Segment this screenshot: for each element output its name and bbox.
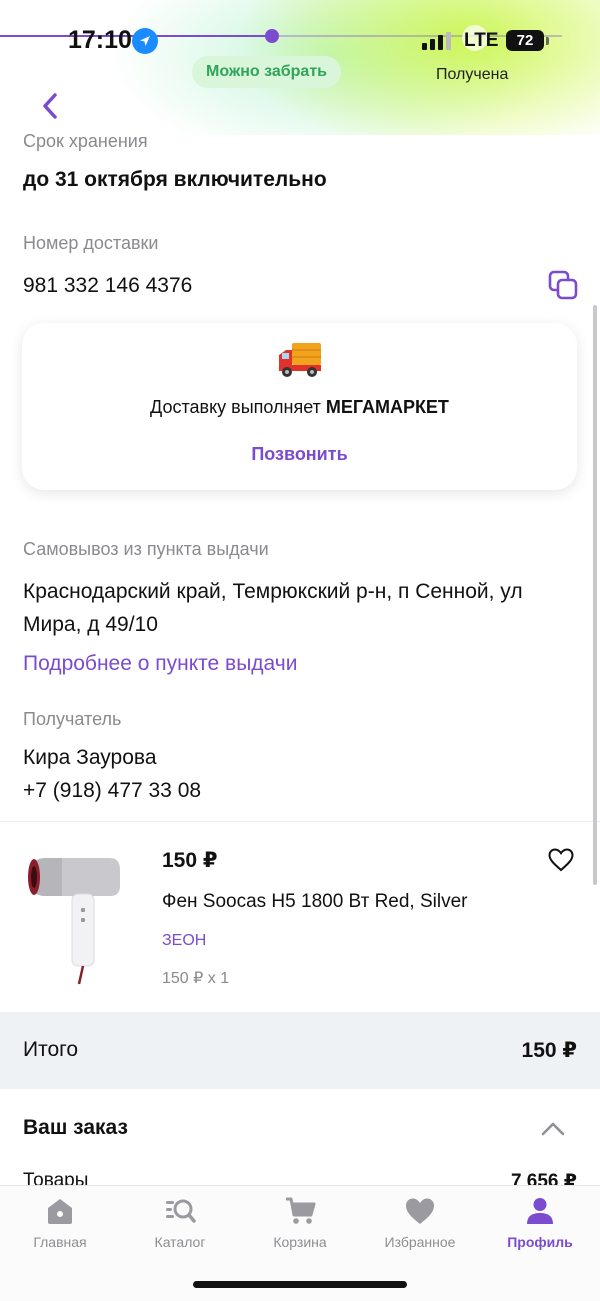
storage-period-value: до 31 октября включительно bbox=[23, 168, 327, 191]
back-button[interactable] bbox=[28, 84, 72, 128]
tab-cart[interactable]: Корзина bbox=[240, 1196, 360, 1266]
copy-icon[interactable] bbox=[548, 270, 578, 300]
product-quantity: 150 ₽ x 1 bbox=[162, 970, 230, 987]
pickup-point-address: Краснодарский край, Темрюкский р-н, п Се… bbox=[23, 580, 523, 636]
tab-home-label: Главная bbox=[33, 1234, 87, 1250]
battery-tip bbox=[546, 37, 549, 45]
tab-profile[interactable]: Профиль bbox=[480, 1196, 600, 1266]
goods-value: 7 656 ₽ bbox=[510, 1171, 577, 1186]
chevron-up-icon[interactable] bbox=[541, 1120, 565, 1136]
tab-home[interactable]: Главная bbox=[0, 1196, 120, 1266]
home-icon bbox=[48, 1199, 72, 1224]
status-bar-time: 17:10 bbox=[68, 26, 132, 54]
battery-icon: 72 bbox=[506, 30, 544, 51]
location-arrow-icon bbox=[132, 28, 158, 54]
scrollbar[interactable] bbox=[593, 305, 597, 885]
seller-name[interactable]: ЗЕОН bbox=[162, 932, 206, 950]
cart-icon bbox=[286, 1197, 316, 1224]
status-progress-dot bbox=[265, 29, 279, 43]
delivery-number-value: 981 332 146 4376 bbox=[23, 274, 193, 297]
goods-row: Товары 7 656 ₽ bbox=[0, 1166, 600, 1186]
delivery-carrier-card: Доставку выполняет МЕГАМАРКЕТ Позвонить bbox=[22, 323, 577, 490]
goods-label: Товары bbox=[23, 1170, 89, 1186]
product-price: 150 ₽ bbox=[162, 849, 218, 872]
total-value: 150 ₽ bbox=[521, 1039, 577, 1062]
tab-cart-label: Корзина bbox=[273, 1234, 327, 1250]
recipient-name: Кира Заурова bbox=[23, 746, 157, 769]
total-label: Итого bbox=[23, 1038, 79, 1061]
delivery-carrier-name: МЕГАМАРКЕТ bbox=[325, 397, 449, 417]
tab-favorites[interactable]: Избранное bbox=[360, 1196, 480, 1266]
chevron-left-icon bbox=[43, 93, 57, 119]
storage-period-label: Срок хранения bbox=[23, 131, 148, 151]
favorite-heart-icon[interactable] bbox=[548, 848, 574, 872]
catalog-search-icon bbox=[166, 1199, 196, 1223]
recipient-phone: +7 (918) 477 33 08 bbox=[23, 779, 202, 802]
delivery-carrier-text: Доставку выполняет МЕГАМАРКЕТ bbox=[22, 397, 577, 418]
delivery-number-label: Номер доставки bbox=[23, 233, 159, 253]
order-section-title: Ваш заказ bbox=[23, 1116, 128, 1139]
tab-profile-label: Профиль bbox=[507, 1234, 573, 1250]
pickup-point-label: Самовывоз из пункта выдачи bbox=[23, 539, 269, 559]
pickup-status-badge: Можно забрать bbox=[192, 56, 341, 88]
call-button[interactable]: Позвонить bbox=[22, 444, 577, 465]
home-indicator[interactable] bbox=[193, 1281, 407, 1288]
delivery-carrier-prefix: Доставку выполняет bbox=[150, 397, 321, 417]
product-name[interactable]: Фен Soocas H5 1800 Вт Red, Silver bbox=[162, 891, 468, 913]
tab-catalog[interactable]: Каталог bbox=[120, 1196, 240, 1266]
recipient-label: Получатель bbox=[23, 709, 122, 729]
pickup-point-details-link[interactable]: Подробнее о пункте выдачи bbox=[23, 652, 297, 676]
section-divider bbox=[0, 821, 600, 822]
battery-level: 72 bbox=[516, 32, 534, 49]
cellular-signal-icon bbox=[422, 32, 451, 50]
tab-catalog-label: Каталог bbox=[154, 1234, 206, 1250]
total-section: Итого 150 ₽ bbox=[0, 1012, 600, 1089]
network-type-label: LTE bbox=[464, 30, 499, 51]
tab-favorites-label: Избранное bbox=[384, 1234, 456, 1250]
product-image[interactable] bbox=[22, 848, 144, 986]
heart-icon bbox=[406, 1198, 434, 1224]
received-status-label: Получена bbox=[436, 66, 509, 83]
delivery-truck-icon bbox=[279, 343, 321, 377]
profile-icon bbox=[527, 1198, 553, 1224]
